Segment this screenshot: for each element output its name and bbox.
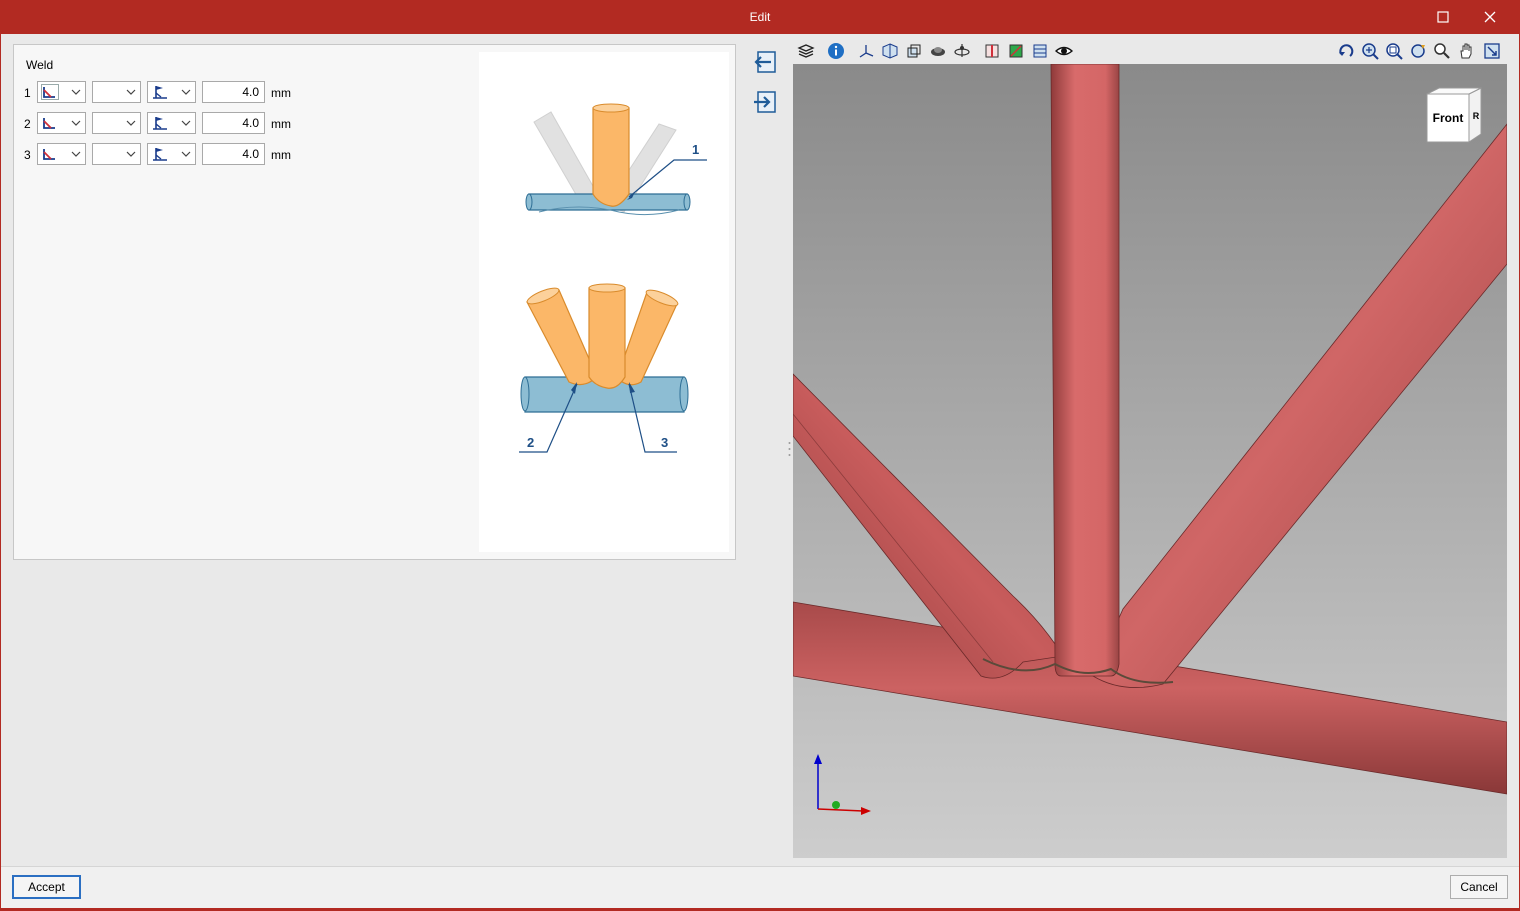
callout-1-label: 1 bbox=[692, 142, 699, 157]
box-view-button[interactable] bbox=[905, 42, 923, 60]
zoom-all-icon bbox=[1362, 43, 1379, 60]
weld-row-index: 3 bbox=[24, 148, 31, 162]
zoom-window-button[interactable] bbox=[1385, 42, 1403, 60]
field-weld-flag-icon bbox=[153, 117, 167, 130]
weld-type-select[interactable] bbox=[37, 81, 86, 103]
3d-scene bbox=[793, 64, 1507, 858]
maximize-icon bbox=[1437, 11, 1449, 23]
weld-size-unit: mm bbox=[271, 86, 291, 100]
callout-2-label: 2 bbox=[527, 435, 534, 450]
import-icon bbox=[754, 51, 776, 73]
orbit-button[interactable] bbox=[953, 42, 971, 60]
title-bar[interactable]: Edit bbox=[0, 0, 1520, 34]
view-toolbar bbox=[793, 40, 1507, 64]
fillet-weld-icon bbox=[41, 84, 59, 100]
table-view-button[interactable] bbox=[1031, 42, 1049, 60]
dialog-client: Weld 1 4.0 mm 2 4.0 mm 3 4.0 mm 1 2 3 Fr… bbox=[1, 34, 1519, 908]
weld-size-unit: mm bbox=[271, 117, 291, 131]
weld-panel: Weld 1 4.0 mm 2 4.0 mm 3 4.0 mm 1 2 3 bbox=[13, 44, 736, 560]
edit-window: Edit Weld 1 4.0 mm 2 4.0 mm 3 4.0 mm 1 2… bbox=[0, 0, 1520, 911]
export-button[interactable] bbox=[751, 88, 779, 116]
layers-button[interactable] bbox=[797, 42, 815, 60]
chevron-down-icon bbox=[126, 151, 136, 157]
cancel-button[interactable]: Cancel bbox=[1450, 875, 1508, 899]
solid-view-icon bbox=[882, 43, 898, 59]
fillet-weld-icon bbox=[43, 149, 55, 160]
weld-row-index: 2 bbox=[24, 117, 31, 131]
weld-type-select[interactable] bbox=[37, 143, 86, 165]
weld-diagram: 1 2 3 bbox=[519, 103, 707, 453]
chevron-down-icon bbox=[126, 120, 136, 126]
rotate-view-button[interactable] bbox=[1337, 42, 1355, 60]
weld-size-input[interactable]: 4.0 bbox=[202, 112, 265, 134]
chevron-down-icon bbox=[71, 89, 81, 95]
window-title: Edit bbox=[749, 10, 771, 24]
accept-button[interactable]: Accept bbox=[12, 875, 81, 899]
field-weld-flag-icon bbox=[153, 148, 167, 161]
axes-button[interactable] bbox=[857, 42, 875, 60]
zoom-button[interactable] bbox=[1433, 42, 1451, 60]
info-button[interactable] bbox=[827, 42, 845, 60]
weld-illustration: 1 2 3 bbox=[479, 52, 729, 552]
close-button[interactable] bbox=[1467, 2, 1513, 32]
weld-flag-select[interactable] bbox=[147, 81, 196, 103]
view-cube[interactable]: Front R bbox=[1425, 86, 1485, 148]
chevron-down-icon bbox=[71, 151, 81, 157]
zoom-window-icon bbox=[1386, 43, 1403, 60]
view-cube-front-label: Front bbox=[1432, 111, 1464, 125]
visibility-icon bbox=[1054, 46, 1074, 56]
weld-size-unit: mm bbox=[271, 148, 291, 162]
callout-3-label: 3 bbox=[661, 435, 668, 450]
visibility-button[interactable] bbox=[1054, 42, 1074, 60]
view-cube-side-label: R bbox=[1472, 111, 1480, 121]
box-view-icon bbox=[907, 44, 921, 58]
fillet-weld-icon bbox=[43, 118, 55, 129]
field-weld-flag-icon bbox=[153, 86, 167, 99]
import-button[interactable] bbox=[751, 48, 779, 76]
section-button[interactable] bbox=[983, 42, 1001, 60]
layers-icon bbox=[797, 44, 815, 58]
refresh-view-button[interactable] bbox=[1409, 42, 1427, 60]
maximize-button[interactable] bbox=[1420, 2, 1466, 32]
weld-section-title: Weld bbox=[26, 58, 54, 72]
weld-type-select[interactable] bbox=[37, 112, 86, 134]
weld-flag-select[interactable] bbox=[147, 143, 196, 165]
chevron-down-icon bbox=[71, 120, 81, 126]
info-icon bbox=[828, 43, 844, 59]
render-icon bbox=[931, 47, 945, 56]
panel-splitter[interactable] bbox=[788, 439, 791, 459]
orbit-icon bbox=[954, 44, 970, 57]
fit-view-icon bbox=[1484, 43, 1500, 59]
chevron-down-icon bbox=[181, 120, 191, 126]
weld-flag-select[interactable] bbox=[147, 112, 196, 134]
3d-viewport[interactable]: Front R bbox=[793, 64, 1507, 858]
export-icon bbox=[754, 91, 776, 113]
weld-finish-select[interactable] bbox=[92, 143, 141, 165]
weld-finish-select[interactable] bbox=[92, 81, 141, 103]
refresh-view-icon bbox=[1411, 44, 1425, 58]
table-view-icon bbox=[1033, 44, 1047, 58]
rotate-view-icon bbox=[1339, 44, 1354, 57]
dialog-footer: Accept Cancel bbox=[1, 866, 1519, 908]
fit-view-button[interactable] bbox=[1483, 42, 1501, 60]
weld-finish-select[interactable] bbox=[92, 112, 141, 134]
chevron-down-icon bbox=[126, 89, 136, 95]
section-icon bbox=[985, 44, 999, 58]
pan-button[interactable] bbox=[1457, 42, 1475, 60]
chevron-down-icon bbox=[181, 151, 191, 157]
weld-row-index: 1 bbox=[24, 86, 31, 100]
axes-icon bbox=[859, 45, 874, 58]
grid-view-button[interactable] bbox=[1007, 42, 1025, 60]
weld-size-input[interactable]: 4.0 bbox=[202, 143, 265, 165]
grid-view-icon bbox=[1009, 44, 1023, 58]
solid-view-button[interactable] bbox=[881, 42, 899, 60]
pan-icon bbox=[1460, 43, 1472, 59]
close-icon bbox=[1484, 11, 1496, 23]
chevron-down-icon bbox=[181, 89, 191, 95]
weld-size-input[interactable]: 4.0 bbox=[202, 81, 265, 103]
zoom-icon bbox=[1434, 43, 1450, 59]
render-button[interactable] bbox=[929, 42, 947, 60]
zoom-all-button[interactable] bbox=[1361, 42, 1379, 60]
